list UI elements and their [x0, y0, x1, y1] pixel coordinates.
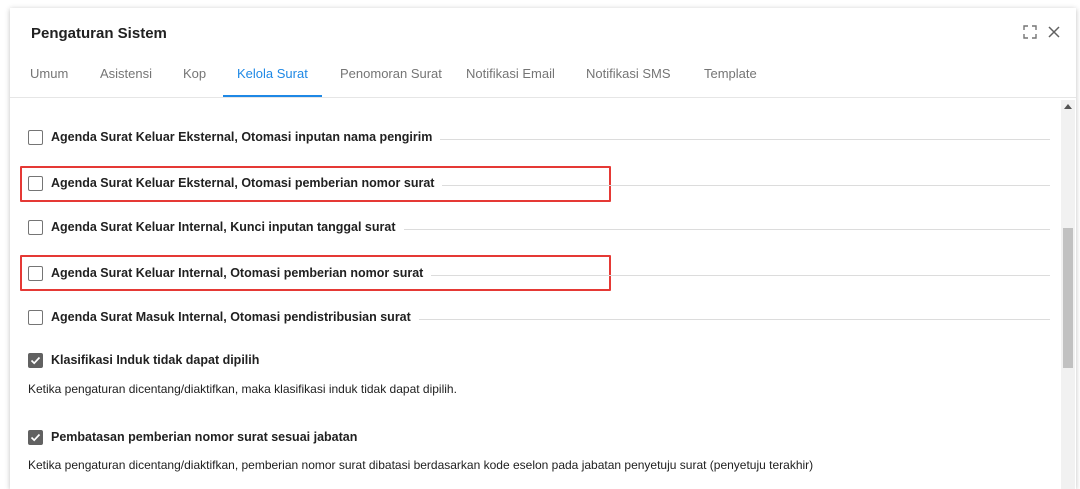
setting-label: Agenda Surat Masuk Internal, Otomasi pen…	[51, 310, 419, 324]
scroll-up-icon[interactable]	[1064, 104, 1072, 109]
setting-row: Klasifikasi Induk tidak dapat dipilih	[28, 351, 1050, 371]
tab-template[interactable]: Template	[704, 64, 757, 97]
scrollbar[interactable]	[1061, 100, 1075, 489]
tab-bar: Umum Asistensi Kop Kelola Surat Penomora…	[10, 58, 1076, 98]
setting-label: Agenda Surat Keluar Eksternal, Otomasi p…	[51, 176, 443, 190]
setting-checkbox[interactable]	[28, 130, 43, 145]
tab-kop[interactable]: Kop	[183, 64, 206, 97]
setting-checkbox[interactable]	[28, 310, 43, 325]
tab-notifikasi-sms[interactable]: Notifikasi SMS	[586, 64, 671, 97]
settings-dialog: Pengaturan Sistem Umum Asistensi Kop Kel…	[10, 8, 1076, 489]
setting-row: Agenda Surat Keluar Internal, Kunci inpu…	[28, 218, 1050, 238]
tab-penomoran-surat[interactable]: Penomoran Surat	[340, 64, 442, 97]
setting-label: Klasifikasi Induk tidak dapat dipilih	[51, 353, 268, 367]
check-icon	[30, 356, 41, 365]
setting-label: Agenda Surat Keluar Internal, Otomasi pe…	[51, 266, 432, 280]
setting-row: Agenda Surat Keluar Eksternal, Otomasi p…	[28, 174, 1050, 194]
setting-row: Agenda Surat Masuk Internal, Otomasi pen…	[28, 308, 1050, 328]
setting-description: Ketika pengaturan dicentang/diaktifkan, …	[28, 382, 457, 396]
tab-kelola-surat[interactable]: Kelola Surat	[223, 64, 322, 97]
check-icon	[30, 433, 41, 442]
setting-description: Ketika pengaturan dicentang/diaktifkan, …	[28, 458, 814, 472]
setting-label: Agenda Surat Keluar Internal, Kunci inpu…	[51, 220, 404, 234]
setting-checkbox[interactable]	[28, 266, 43, 281]
setting-checkbox[interactable]	[28, 220, 43, 235]
dialog-header: Pengaturan Sistem	[10, 8, 1076, 58]
setting-row: Pembatasan pemberian nomor surat sesuai …	[28, 428, 1050, 448]
scrollbar-thumb[interactable]	[1063, 228, 1073, 368]
tab-notifikasi-email[interactable]: Notifikasi Email	[466, 64, 555, 97]
setting-checkbox[interactable]	[28, 353, 43, 368]
setting-checkbox[interactable]	[28, 176, 43, 191]
settings-content: Agenda Surat Keluar Eksternal, Otomasi i…	[10, 100, 1058, 489]
setting-row: Agenda Surat Keluar Eksternal, Otomasi i…	[28, 128, 1050, 148]
setting-checkbox[interactable]	[28, 430, 43, 445]
close-icon[interactable]	[1045, 23, 1063, 41]
maximize-icon[interactable]	[1021, 23, 1039, 41]
tab-asistensi[interactable]: Asistensi	[100, 64, 152, 97]
setting-label: Pembatasan pemberian nomor surat sesuai …	[51, 430, 366, 444]
setting-row: Agenda Surat Keluar Internal, Otomasi pe…	[28, 264, 1050, 284]
setting-label: Agenda Surat Keluar Eksternal, Otomasi i…	[51, 130, 441, 144]
dialog-title: Pengaturan Sistem	[31, 25, 167, 42]
tab-umum[interactable]: Umum	[30, 64, 68, 97]
